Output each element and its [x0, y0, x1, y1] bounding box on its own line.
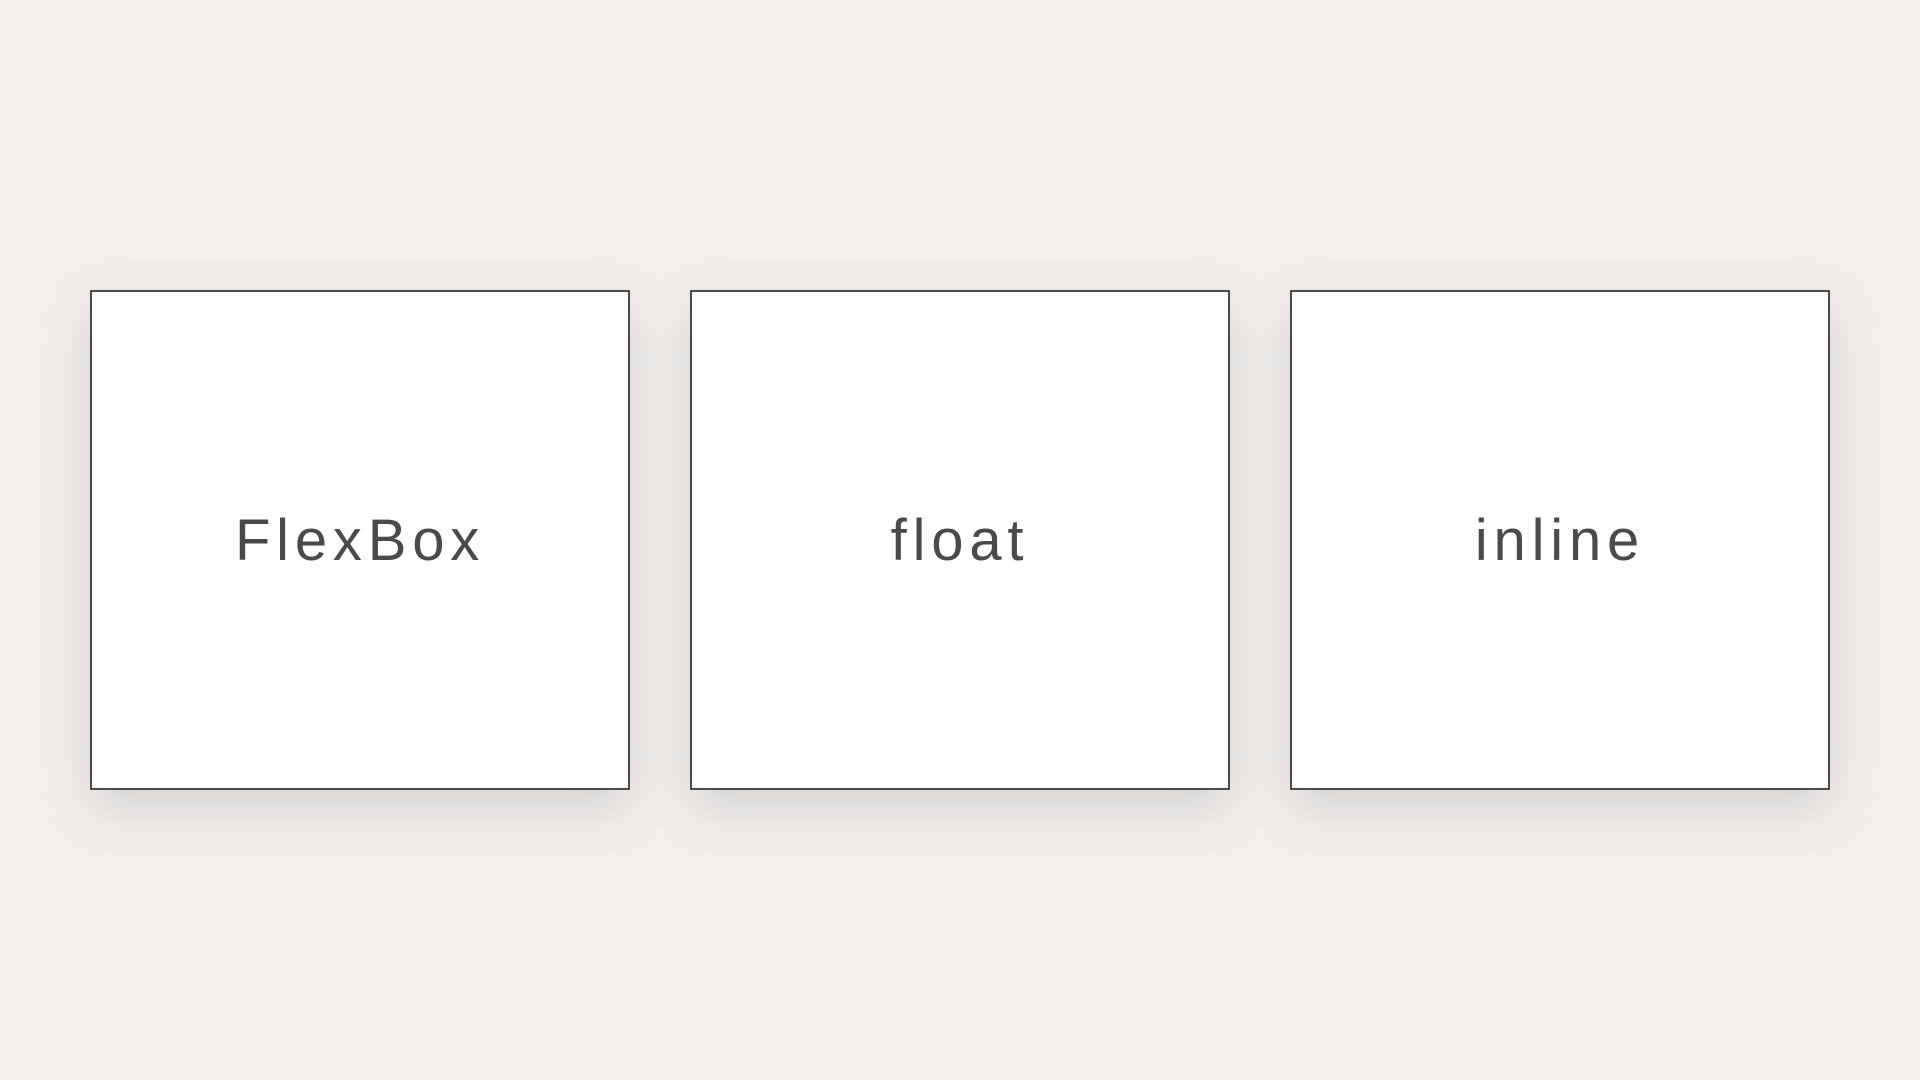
card-row: FlexBox float inline	[90, 290, 1830, 790]
card-label: float	[891, 507, 1030, 574]
card-label: FlexBox	[235, 507, 485, 574]
card-flexbox: FlexBox	[90, 290, 630, 790]
card-inline: inline	[1290, 290, 1830, 790]
card-label: inline	[1475, 507, 1645, 574]
card-float: float	[690, 290, 1230, 790]
